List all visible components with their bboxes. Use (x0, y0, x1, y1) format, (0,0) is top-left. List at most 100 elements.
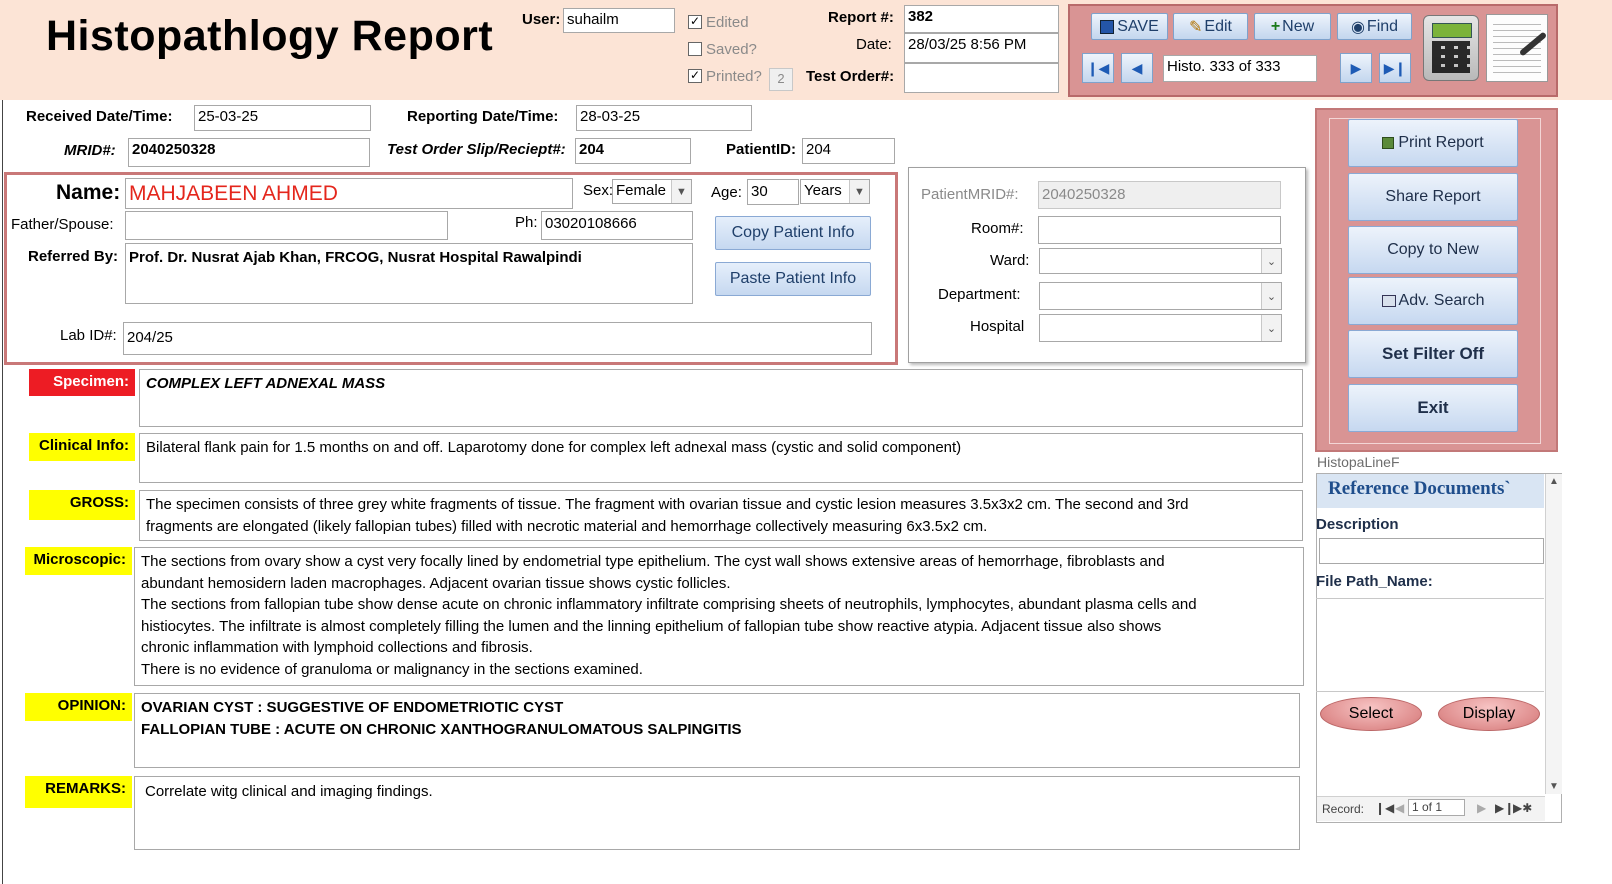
adv-search-label: Adv. Search (1398, 292, 1485, 309)
printed-checkbox[interactable]: ✓ (688, 69, 702, 83)
report-no-label: Report #: (828, 9, 894, 26)
edit-label: Edit (1204, 17, 1232, 35)
display-button[interactable]: Display (1438, 697, 1540, 731)
exit-button[interactable]: Exit (1348, 384, 1518, 432)
select-button[interactable]: Select (1320, 697, 1422, 731)
received-field[interactable]: 25-03-25 (194, 105, 371, 131)
file-path-field[interactable] (1316, 598, 1544, 692)
patient-mrid-label: PatientMRID#: (921, 186, 1019, 203)
last-record-icon: ▶❙ (1383, 59, 1407, 76)
page-title: Histopathlogy Report (46, 12, 494, 60)
mrid-label: MRID#: (64, 142, 116, 159)
opinion-field[interactable]: OVARIAN CYST : SUGGESTIVE OF ENDOMETRIOT… (134, 693, 1300, 768)
binoculars-icon: ◉ (1350, 18, 1365, 36)
chevron-down-icon: ⌄ (1261, 283, 1281, 309)
clinical-info-text: Bilateral flank pain for 1.5 months on a… (146, 439, 962, 456)
microscopic-field[interactable]: The sections from ovary show a cyst very… (134, 547, 1304, 686)
mrid-field[interactable]: 2040250328 (128, 138, 370, 167)
record-nav-field[interactable]: Histo. 333 of 333 (1163, 55, 1317, 82)
microscopic-line: abundant hemosidern laden macrophages. A… (141, 574, 731, 592)
name-label: Name: (56, 181, 121, 204)
chevron-down-icon: ⌄ (1261, 249, 1281, 273)
file-path-label: File Path_Name: (1316, 573, 1433, 590)
test-order-label: Test Order#: (806, 68, 895, 85)
remarks-field[interactable]: Correlate witg clinical and imaging find… (134, 776, 1300, 850)
first-record-icon[interactable]: ❙◀ (1375, 801, 1394, 815)
next-record-button[interactable]: ▶ (1340, 53, 1372, 83)
report-no-field[interactable]: 382 (904, 5, 1059, 33)
labid-field[interactable]: 204/25 (123, 322, 872, 355)
date-field[interactable]: 28/03/25 8:56 PM (904, 33, 1059, 63)
previous-record-icon[interactable]: ◀ (1395, 801, 1404, 815)
notepad-icon[interactable] (1486, 14, 1548, 82)
print-report-button[interactable]: Print Report (1348, 119, 1518, 167)
microscopic-line: chronic inflammation with lymphoid colle… (141, 639, 533, 656)
adv-search-button[interactable]: Adv. Search (1348, 277, 1518, 325)
department-select[interactable]: ⌄ (1039, 282, 1282, 310)
sex-select[interactable]: Female ▼ (612, 179, 692, 204)
first-record-button[interactable]: ❙◀ (1082, 53, 1114, 83)
ward-select[interactable]: ⌄ (1039, 248, 1282, 274)
find-button[interactable]: ◉ Find (1337, 13, 1412, 40)
notepad-lines (1493, 23, 1541, 73)
age-field[interactable]: 30 (747, 179, 799, 205)
record-label: Record: (1322, 802, 1365, 816)
copy-patient-info-button[interactable]: Copy Patient Info (715, 216, 871, 250)
save-button[interactable]: SAVE (1091, 13, 1168, 40)
father-field[interactable] (125, 211, 448, 240)
user-field[interactable]: suhailm (563, 8, 675, 33)
print-report-label: Print Report (1398, 134, 1484, 151)
test-order-field[interactable] (904, 63, 1059, 93)
saved-checkbox[interactable] (688, 42, 702, 56)
microscopic-line: The sections from ovary show a cyst very… (141, 553, 1165, 570)
share-report-button[interactable]: Share Report (1348, 173, 1518, 221)
new-record-icon[interactable]: ▶✱ (1513, 801, 1532, 815)
subform-scrollbar[interactable]: ▲ ▼ (1545, 474, 1562, 794)
labid-label: Lab ID#: (60, 327, 117, 344)
age-label: Age: (711, 184, 742, 201)
room-field[interactable] (1038, 216, 1281, 244)
calculator-keys (1432, 41, 1470, 73)
search-form-icon (1381, 295, 1396, 307)
received-label: Received Date/Time: (26, 108, 173, 125)
ph-field[interactable]: 03020108666 (541, 211, 693, 240)
save-label: SAVE (1117, 17, 1159, 35)
description-field[interactable] (1319, 538, 1544, 564)
calculator-display (1432, 23, 1472, 38)
previous-record-button[interactable]: ◀ (1121, 53, 1153, 83)
subform-name: HistopaLineF (1317, 454, 1400, 470)
calculator-icon[interactable] (1423, 15, 1479, 81)
slip-field[interactable]: 204 (575, 138, 691, 164)
next-record-icon[interactable]: ▶ (1477, 801, 1486, 815)
clinical-info-tag: Clinical Info: (29, 433, 135, 461)
referred-field[interactable]: Prof. Dr. Nusrat Ajab Khan, FRCOG, Nusra… (125, 243, 693, 304)
paste-patient-info-button[interactable]: Paste Patient Info (715, 262, 871, 296)
clinical-info-field[interactable]: Bilateral flank pain for 1.5 months on a… (139, 433, 1303, 483)
previous-record-icon: ◀ (1131, 59, 1143, 76)
record-position-field[interactable]: 1 of 1 (1408, 799, 1465, 816)
reference-title: Reference Documents` (1328, 478, 1511, 499)
patientid-field[interactable]: 204 (802, 138, 895, 164)
edited-checkbox[interactable]: ✓ (688, 15, 702, 29)
user-label: User: (522, 11, 561, 28)
age-unit-select[interactable]: Years ▼ (800, 179, 870, 204)
specimen-field[interactable]: COMPLEX LEFT ADNEXAL MASS (139, 369, 1303, 427)
last-record-icon[interactable]: ▶❙ (1495, 801, 1514, 815)
microscopic-tag: Microscopic: (25, 547, 132, 575)
last-record-button[interactable]: ▶❙ (1379, 53, 1411, 83)
microscopic-line: histiocytes. The infiltrate is almost co… (141, 617, 1162, 635)
slip-label: Test Order Slip/Reciept#: (387, 141, 566, 158)
reporting-field[interactable]: 28-03-25 (576, 105, 752, 131)
name-field[interactable]: MAHJABEEN AHMED (125, 178, 573, 209)
new-button[interactable]: + New (1254, 13, 1331, 40)
scroll-down-icon[interactable]: ▼ (1549, 781, 1559, 792)
hospital-select[interactable]: ⌄ (1039, 314, 1282, 342)
gross-field[interactable]: The specimen consists of three grey whit… (139, 490, 1303, 541)
set-filter-off-button[interactable]: Set Filter Off (1348, 330, 1518, 378)
scroll-up-icon[interactable]: ▲ (1549, 476, 1559, 487)
pencil-icon: ✎ (1189, 18, 1203, 36)
chevron-down-icon: ▼ (849, 180, 869, 203)
sex-label: Sex: (583, 182, 614, 199)
copy-to-new-button[interactable]: Copy to New (1348, 226, 1518, 274)
edit-button[interactable]: ✎ Edit (1173, 13, 1248, 40)
